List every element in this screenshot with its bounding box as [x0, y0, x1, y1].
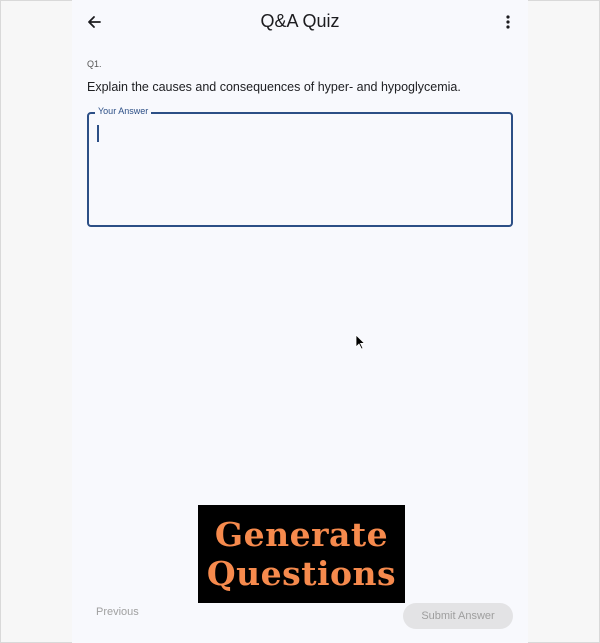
app-bar: Q&A Quiz: [72, 0, 528, 44]
more-options-button[interactable]: [494, 8, 522, 36]
question-number: Q1.: [87, 59, 102, 69]
banner-line-2: Questions: [206, 554, 397, 593]
answer-field-label: Your Answer: [95, 106, 152, 116]
generate-questions-banner: Generate Questions: [198, 505, 405, 603]
page-title: Q&A Quiz: [260, 11, 340, 31]
text-caret: [97, 125, 99, 142]
mouse-cursor-icon: [355, 334, 366, 350]
submit-answer-button[interactable]: Submit Answer: [403, 603, 513, 629]
answer-input[interactable]: [95, 122, 505, 218]
question-text: Explain the causes and consequences of h…: [87, 80, 461, 94]
answer-field[interactable]: Your Answer: [87, 106, 513, 227]
more-vert-icon: [506, 15, 510, 29]
previous-button[interactable]: Previous: [96, 606, 139, 618]
banner-line-1: Generate: [214, 515, 389, 554]
